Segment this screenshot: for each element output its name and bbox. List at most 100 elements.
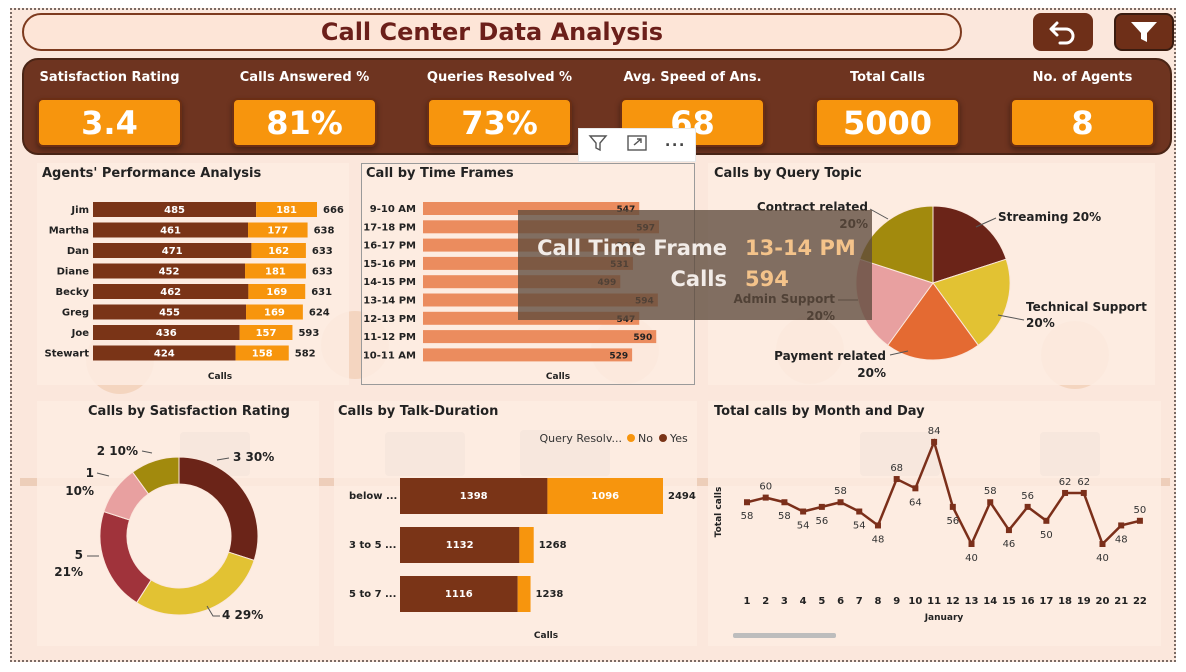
monthly-data-point: [1005, 527, 1012, 534]
monthly-x-tick-label: 6: [837, 596, 844, 607]
agent-name-label: Diane: [57, 267, 90, 278]
talk-value-label: 1398: [460, 491, 488, 502]
monthly-x-tick-label: 9: [893, 596, 900, 607]
monthly-data-label: 64: [909, 497, 922, 508]
back-button[interactable]: [1033, 13, 1093, 51]
monthly-x-tick-label: 5: [818, 596, 825, 607]
satisfaction-slice-percent: 21%: [54, 565, 83, 579]
satisfaction-slice: [178, 456, 259, 562]
topic-slice-label: Streaming 20%: [998, 210, 1101, 224]
agent-value-label: 158: [252, 349, 273, 360]
kpi-label: Queries Resolved %: [426, 70, 573, 85]
kpi-card: Calls Answered % 81%: [224, 58, 377, 155]
talk-total-label: 2494: [668, 491, 696, 502]
agent-value-label: 169: [266, 287, 287, 298]
kpi-card: Satisfaction Rating 3.4: [29, 58, 182, 155]
kpi-card: Total Calls 5000: [807, 58, 960, 155]
monthly-x-tick-label: 15: [1002, 596, 1016, 607]
monthly-x-tick-label: 18: [1058, 596, 1072, 607]
monthly-x-tick-label: 19: [1077, 596, 1091, 607]
monthly-x-tick-label: 2: [762, 596, 769, 607]
agents-chart[interactable]: Jim 485 181 666 Martha 461 177 638 Dan 471 162 633 D…: [37, 185, 349, 385]
agent-total-label: 593: [298, 328, 319, 339]
monthly-data-point: [931, 438, 938, 445]
monthly-data-point: [1099, 541, 1106, 547]
monthly-data-label: 58: [778, 511, 791, 522]
monthly-x-tick-label: 11: [927, 596, 941, 607]
undo-arrow-icon: [1049, 21, 1075, 45]
kpi-label: Total Calls: [849, 70, 925, 85]
agent-value-label: 162: [268, 246, 289, 257]
timeframe-label: 13-14 PM: [363, 296, 416, 307]
monthly-x-tick-label: 1: [744, 596, 751, 607]
monthly-data-label: 56: [815, 516, 828, 527]
topic-slice-label: Technical Support: [1026, 300, 1147, 314]
satisfaction-slice: [99, 510, 152, 604]
tooltip-value-timeframe: 13-14 PM: [745, 236, 856, 260]
timeframe-label: 16-17 PM: [363, 241, 416, 252]
monthly-data-label: 60: [759, 482, 772, 493]
timeframe-label: 10-11 AM: [363, 350, 416, 361]
agent-value-label: 157: [256, 328, 277, 339]
monthly-data-point: [1062, 489, 1069, 496]
topic-slice-percent: 20%: [1026, 316, 1055, 330]
talk-value-label: 1132: [446, 540, 474, 551]
monthly-x-tick-label: 22: [1133, 596, 1147, 607]
agent-total-label: 582: [295, 349, 316, 360]
timeframe-value-label: 590: [633, 333, 652, 343]
page-title: Call Center Data Analysis: [320, 18, 664, 46]
monthly-x-tick-label: 7: [856, 596, 863, 607]
monthly-data-label: 46: [1003, 539, 1016, 550]
monthly-data-point: [874, 522, 881, 529]
satisfaction-chart[interactable]: 3 30% 4 29% 5 21% 1 10% 2 10%: [37, 420, 319, 646]
monthly-x-tick-label: 13: [965, 596, 979, 607]
monthly-data-point: [837, 499, 844, 506]
satisfaction-slice-percent: 10%: [65, 484, 94, 498]
filter-pane-button[interactable]: [1114, 13, 1174, 51]
timeframe-label: 17-18 PM: [363, 222, 416, 233]
satisfaction-leader-line: [96, 472, 110, 477]
agent-value-label: 462: [160, 287, 181, 298]
monthly-data-label: 56: [1021, 491, 1034, 502]
timeframe-label: 9-10 AM: [370, 204, 416, 215]
timeframes-x-axis-label: Calls: [546, 372, 570, 382]
monthly-x-tick-label: 20: [1096, 596, 1110, 607]
agent-value-label: 169: [264, 308, 285, 319]
timeframe-label: 15-16 PM: [363, 259, 416, 270]
timeframe-label: 12-13 PM: [363, 314, 416, 325]
monthly-x-tick-label: 3: [781, 596, 788, 607]
funnel-icon: [1131, 22, 1157, 42]
kpi-label: Calls Answered %: [239, 70, 370, 85]
agents-chart-title: Agents' Performance Analysis: [42, 166, 262, 181]
kpi-value: 81%: [232, 98, 377, 147]
satisfaction-chart-title: Calls by Satisfaction Rating: [88, 404, 290, 419]
monthly-data-point: [1024, 503, 1031, 510]
agent-total-label: 633: [312, 267, 333, 278]
monthly-data-point: [762, 494, 769, 501]
agent-value-label: 436: [156, 328, 177, 339]
topic-leader-line: [869, 208, 889, 220]
monthly-data-label: 50: [1134, 505, 1147, 516]
tooltip-label-calls: Calls: [670, 267, 727, 291]
monthly-data-label: 40: [965, 553, 978, 564]
satisfaction-slice-label: 3 30%: [233, 450, 274, 464]
monthly-x-tick-label: 12: [946, 596, 960, 607]
timeframe-bar: [423, 330, 657, 344]
agent-name-label: Stewart: [45, 349, 90, 360]
monthly-data-label: 58: [741, 511, 754, 522]
monthly-data-point: [949, 503, 956, 510]
agent-value-label: 424: [154, 349, 175, 360]
monthly-calls-chart[interactable]: 58 1 60 2 58 3 54 4 56 5 58 6 54 7 48 8 68 9 64 10 84 11 56 12 4…: [708, 420, 1161, 646]
kpi-card: No. of Agents 8: [1002, 58, 1155, 155]
talk-legend-yes-swatch: [659, 434, 667, 442]
focus-mode-icon[interactable]: [626, 133, 648, 158]
filter-icon[interactable]: [588, 133, 608, 158]
more-options-icon[interactable]: ···: [665, 135, 686, 156]
monthly-x-axis-label: January: [924, 613, 964, 623]
agents-x-axis-label: Calls: [208, 372, 232, 382]
agent-name-label: Jim: [70, 205, 89, 216]
monthly-data-label: 54: [853, 521, 866, 532]
talk-duration-chart[interactable]: Query Resolv... No Yes below ... 1398 1096 249…: [334, 420, 697, 646]
monthly-x-tick-label: 4: [800, 596, 807, 607]
monthly-data-label: 62: [1059, 477, 1072, 488]
